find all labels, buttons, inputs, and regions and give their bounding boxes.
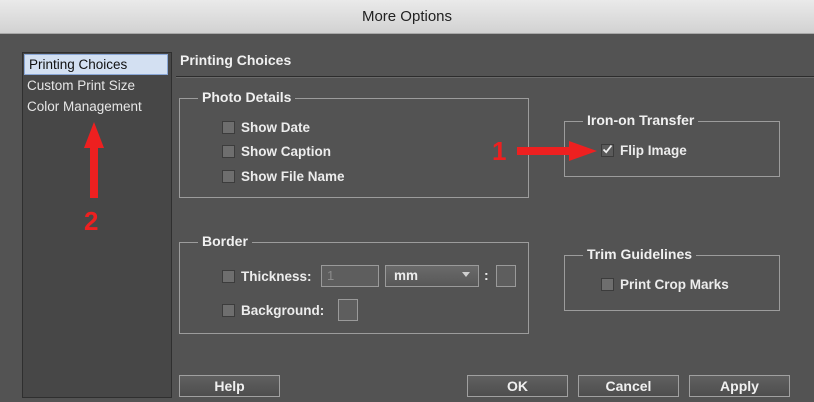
show-file-name-checkbox[interactable] xyxy=(222,169,235,183)
print-crop-marks-label: Print Crop Marks xyxy=(620,276,729,292)
show-date-option[interactable]: Show Date xyxy=(222,118,310,136)
unit-select[interactable]: mm xyxy=(385,265,479,287)
flip-image-checkbox[interactable] xyxy=(601,143,614,157)
apply-button[interactable]: Apply xyxy=(689,375,790,397)
show-date-label: Show Date xyxy=(241,119,311,135)
trim-guidelines-group: Trim Guidelines Print Crop Marks xyxy=(564,246,780,311)
unit-select-value: mm xyxy=(394,268,419,283)
thickness-label: Thickness: xyxy=(241,268,312,284)
more-options-dialog: More Options Printing Choices Custom Pri… xyxy=(0,0,814,402)
show-date-checkbox[interactable] xyxy=(222,120,235,134)
background-label: Background: xyxy=(241,302,325,318)
sidebar-item-color-management[interactable]: Color Management xyxy=(23,96,171,117)
flip-image-option[interactable]: Flip Image xyxy=(601,141,687,159)
sidebar-item-custom-print-size[interactable]: Custom Print Size xyxy=(23,75,171,96)
thickness-option[interactable]: Thickness: xyxy=(222,267,312,285)
print-crop-marks-option[interactable]: Print Crop Marks xyxy=(601,275,729,293)
thickness-checkbox[interactable] xyxy=(222,269,235,283)
annotation-number-2: 2 xyxy=(84,206,99,236)
colon-separator: : xyxy=(484,267,489,283)
flip-image-label: Flip Image xyxy=(620,142,687,158)
section-title: Printing Choices xyxy=(180,52,292,68)
background-color-swatch[interactable] xyxy=(338,299,358,321)
thickness-input[interactable]: 1 xyxy=(321,265,379,287)
help-button[interactable]: Help xyxy=(179,375,280,397)
iron-on-transfer-legend: Iron-on Transfer xyxy=(583,112,699,128)
sidebar-item-printing-choices[interactable]: Printing Choices xyxy=(24,54,168,75)
divider-highlight xyxy=(176,77,814,78)
print-crop-marks-checkbox[interactable] xyxy=(601,277,614,291)
show-caption-checkbox[interactable] xyxy=(222,144,235,158)
show-file-name-label: Show File Name xyxy=(241,168,345,184)
annotation-arrow-up-icon xyxy=(84,122,104,198)
border-legend: Border xyxy=(198,233,252,249)
background-option[interactable]: Background: xyxy=(222,301,324,319)
background-checkbox[interactable] xyxy=(222,303,235,317)
show-caption-option[interactable]: Show Caption xyxy=(222,142,331,160)
ok-button[interactable]: OK xyxy=(467,375,568,397)
checkmark-icon xyxy=(602,144,613,154)
cancel-button[interactable]: Cancel xyxy=(578,375,679,397)
show-caption-label: Show Caption xyxy=(241,143,331,159)
annotation-arrow-right-icon xyxy=(517,141,597,161)
chevron-down-icon xyxy=(462,272,470,277)
trim-guidelines-legend: Trim Guidelines xyxy=(583,246,697,262)
photo-details-group: Photo Details Show Date Show Caption Sho… xyxy=(179,89,529,198)
border-group: Border Thickness: 1 mm : Background: xyxy=(179,233,529,334)
annotation-number-1: 1 xyxy=(492,136,507,166)
photo-details-legend: Photo Details xyxy=(198,89,296,105)
window-title: More Options xyxy=(0,0,814,34)
border-color-swatch[interactable] xyxy=(496,265,516,287)
show-file-name-option[interactable]: Show File Name xyxy=(222,167,345,185)
